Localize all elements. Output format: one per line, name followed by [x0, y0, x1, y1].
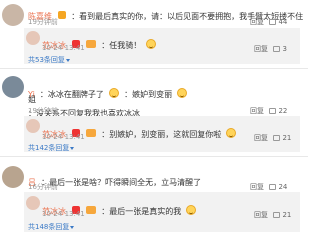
reply-button[interactable]: 回复	[250, 183, 264, 191]
more-replies-label[interactable]: 共53条回复	[28, 56, 65, 64]
comment-text-tail2: 姐	[28, 95, 36, 104]
more-replies-label[interactable]: 共142条回复	[28, 144, 69, 152]
like-icon[interactable]	[269, 184, 277, 190]
avatar[interactable]	[26, 196, 40, 210]
comment-text: ：最后一张是啥？吓得瞬间全无，立马清醒了	[41, 178, 202, 187]
more-replies-label[interactable]: 共148条回复	[28, 223, 69, 231]
emoji-icon	[146, 38, 157, 49]
reply-text: ：别嫉妒，别变丽，这就回复你啦	[101, 130, 222, 139]
comment-time: 16分钟前	[28, 183, 58, 191]
like-count: 21	[282, 134, 292, 142]
emoji-icon	[177, 87, 188, 98]
comment-time: 19分钟前	[28, 107, 58, 115]
avatar[interactable]	[26, 31, 40, 45]
emoji-icon	[109, 87, 120, 98]
reply-actions: 回复 21	[254, 133, 291, 143]
chevron-down-icon	[65, 58, 70, 62]
comment-text-mid: ：嫉妒到变丽	[124, 90, 173, 99]
comment-actions: 回复 22	[250, 106, 287, 116]
reply-button[interactable]: 回复	[250, 18, 264, 26]
avatar[interactable]	[2, 4, 24, 26]
comment-time: 19分钟前	[28, 18, 58, 26]
divider	[0, 156, 308, 157]
comment-actions: 回复 44	[250, 17, 287, 27]
like-icon[interactable]	[269, 19, 277, 25]
avatar[interactable]	[26, 119, 40, 133]
reply-button[interactable]: 回复	[254, 45, 268, 53]
reply-button[interactable]: 回复	[250, 107, 264, 115]
like-count: 24	[278, 183, 288, 191]
like-count: 21	[282, 211, 292, 219]
comment-actions: 回复 24	[250, 182, 287, 192]
like-count: 22	[278, 107, 288, 115]
vip-icon	[86, 128, 97, 137]
vip-icon	[86, 205, 97, 214]
like-icon[interactable]	[273, 46, 281, 52]
comment-text: ：冰冰在翻牌子了	[39, 90, 104, 99]
more-replies-link[interactable]: 共142条回复	[28, 143, 75, 153]
like-count: 44	[278, 18, 288, 26]
emoji-icon	[186, 204, 197, 215]
like-icon[interactable]	[269, 108, 277, 114]
chevron-down-icon	[70, 225, 75, 229]
like-icon[interactable]	[273, 212, 281, 218]
avatar[interactable]	[2, 166, 24, 188]
reply-text: ：任我骑！	[101, 41, 142, 50]
more-replies-link[interactable]: 共148条回复	[28, 222, 75, 232]
divider	[0, 68, 308, 69]
like-count: 3	[282, 45, 287, 53]
avatar[interactable]	[2, 76, 24, 98]
emoji-icon	[226, 127, 237, 138]
badge-icon	[58, 10, 67, 19]
more-replies-link[interactable]: 共53条回复	[28, 55, 70, 65]
reply-actions: 回复 3	[254, 44, 287, 54]
vip-icon	[86, 39, 97, 48]
reply-time: 10-24 13:41	[42, 210, 85, 218]
reply-actions: 回复 21	[254, 210, 291, 220]
chevron-down-icon	[70, 146, 75, 150]
like-icon[interactable]	[273, 135, 281, 141]
reply-button[interactable]: 回复	[254, 211, 268, 219]
reply-time: 10-24 13:41	[42, 44, 85, 52]
reply-text: ：最后一张是真实的我	[101, 207, 182, 216]
reply-time: 10-24 13:41	[42, 133, 85, 141]
reply-button[interactable]: 回复	[254, 134, 268, 142]
